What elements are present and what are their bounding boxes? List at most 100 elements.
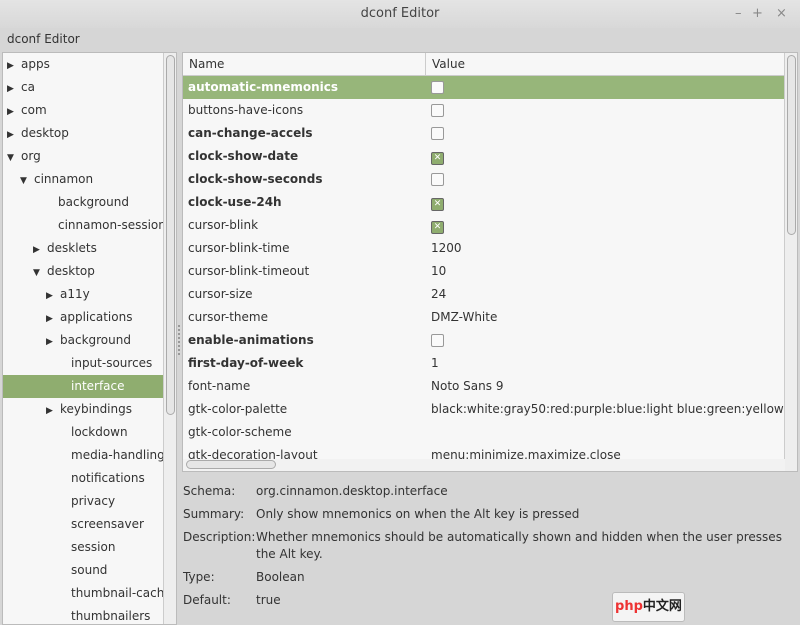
table-row[interactable]: cursor-blink ✕ [183,214,797,237]
tree-item[interactable]: ▼ desktop [3,260,176,283]
column-value-header[interactable]: Value [425,53,465,75]
value-checkbox[interactable]: ✕ [431,214,444,237]
expander-right-icon[interactable]: ▶ [46,308,58,331]
checked-icon[interactable]: ✕ [431,221,444,234]
unchecked-icon[interactable] [431,104,444,117]
tree-item[interactable]: ▶ apps [3,53,176,76]
key-info: Schema: org.cinnamon.desktop.interface Su… [183,480,793,612]
key-name: clock-use-24h [188,195,282,209]
key-value[interactable]: Noto Sans 9 [431,375,503,398]
key-name: cursor-blink-timeout [188,264,310,278]
tree-item[interactable]: input-sources [3,352,176,375]
unchecked-icon[interactable] [431,81,444,94]
tree-item[interactable]: sound [3,559,176,582]
tree-item[interactable]: ▶ desktop [3,122,176,145]
expander-right-icon[interactable]: ▶ [7,55,19,78]
tree-item[interactable]: ▶ com [3,99,176,122]
key-name: cursor-size [188,287,253,301]
key-name: first-day-of-week [188,356,304,370]
expander-right-icon[interactable]: ▶ [46,331,58,354]
table-row[interactable]: buttons-have-icons [183,99,797,122]
table-row[interactable]: cursor-theme DMZ-White [183,306,797,329]
expander-right-icon[interactable]: ▶ [7,124,19,147]
checked-icon[interactable]: ✕ [431,198,444,211]
tree-item[interactable]: background [3,191,176,214]
table-row[interactable]: gtk-color-scheme [183,421,797,444]
tree-item[interactable]: interface [3,375,176,398]
tree-item-label: input-sources [71,356,153,370]
table-row[interactable]: can-change-accels [183,122,797,145]
unchecked-icon[interactable] [431,173,444,186]
table-header: Name Value [183,53,797,76]
table-row[interactable]: automatic-mnemonics [183,76,797,99]
tree-item-label: org [21,149,41,163]
key-value[interactable]: 24 [431,283,446,306]
expander-right-icon[interactable]: ▶ [46,285,58,308]
minimize-button[interactable]: – [735,0,742,28]
expander-right-icon[interactable]: ▶ [7,78,19,101]
tree-item[interactable]: ▶ applications [3,306,176,329]
key-value[interactable]: 1 [431,352,439,375]
expander-down-icon[interactable]: ▼ [33,262,45,285]
checked-icon[interactable]: ✕ [431,152,444,165]
key-name: cursor-blink-time [188,241,290,255]
tree-item[interactable]: ▶ ca [3,76,176,99]
tree-item[interactable]: lockdown [3,421,176,444]
maximize-button[interactable]: + [752,0,763,28]
tree-item[interactable]: privacy [3,490,176,513]
key-value[interactable]: 10 [431,260,446,283]
description-label: Description: [183,530,256,544]
table-scrollbar[interactable] [784,53,797,471]
table-row[interactable]: gtk-color-palette black:white:gray50:red:… [183,398,797,421]
table-row[interactable]: first-day-of-week 1 [183,352,797,375]
unchecked-icon[interactable] [431,334,444,347]
expander-down-icon[interactable]: ▼ [7,147,19,170]
table-row[interactable]: cursor-blink-timeout 10 [183,260,797,283]
tree-item[interactable]: media-handling [3,444,176,467]
tree-item-label: lockdown [71,425,128,439]
table-row[interactable]: font-name Noto Sans 9 [183,375,797,398]
table-hscrollbar[interactable] [183,459,785,471]
tree-scrollbar[interactable] [163,53,176,624]
table-row[interactable]: cursor-blink-time 1200 [183,237,797,260]
expander-down-icon[interactable]: ▼ [20,170,32,193]
app-menu[interactable]: dconf Editor [7,32,80,46]
tree-item[interactable]: ▶ background [3,329,176,352]
tree-item[interactable]: ▶ keybindings [3,398,176,421]
tree-item-label: background [58,195,129,209]
table-row[interactable]: enable-animations [183,329,797,352]
key-value[interactable]: DMZ-White [431,306,497,329]
table-row[interactable]: clock-show-seconds [183,168,797,191]
tree-item-label: apps [21,57,50,71]
key-value[interactable]: 1200 [431,237,462,260]
close-button[interactable]: × [776,0,787,28]
value-checkbox[interactable]: ✕ [431,145,444,168]
expander-right-icon[interactable]: ▶ [33,239,45,262]
tree-item[interactable]: screensaver [3,513,176,536]
title-bar: dconf Editor – + × [0,0,800,28]
value-checkbox[interactable]: ✕ [431,191,444,214]
column-name-header[interactable]: Name [189,53,224,75]
key-value[interactable]: black:white:gray50:red:purple:blue:light… [431,398,797,421]
tree-item[interactable]: cinnamon-session [3,214,176,237]
tree-item[interactable]: thumbnailers [3,605,176,624]
tree-item-label: applications [60,310,133,324]
tree-item[interactable]: notifications [3,467,176,490]
key-name: clock-show-date [188,149,299,163]
expander-right-icon[interactable]: ▶ [46,400,58,423]
unchecked-icon[interactable] [431,127,444,140]
tree-item[interactable]: session [3,536,176,559]
key-name: cursor-blink [188,218,259,232]
table-row[interactable]: clock-show-date ✕ [183,145,797,168]
table-row[interactable]: clock-use-24h ✕ [183,191,797,214]
table-row[interactable]: cursor-size 24 [183,283,797,306]
tree-item[interactable]: ▶ a11y [3,283,176,306]
keys-table: Name Value automatic-mnemonics buttons-ha… [182,52,798,472]
tree-item[interactable]: ▼ org [3,145,176,168]
tree-item[interactable]: thumbnail-cache [3,582,176,605]
tree-item[interactable]: ▼ cinnamon [3,168,176,191]
pane-divider[interactable] [178,325,181,355]
expander-right-icon[interactable]: ▶ [7,101,19,124]
default-value: true [256,593,281,607]
tree-item[interactable]: ▶ desklets [3,237,176,260]
